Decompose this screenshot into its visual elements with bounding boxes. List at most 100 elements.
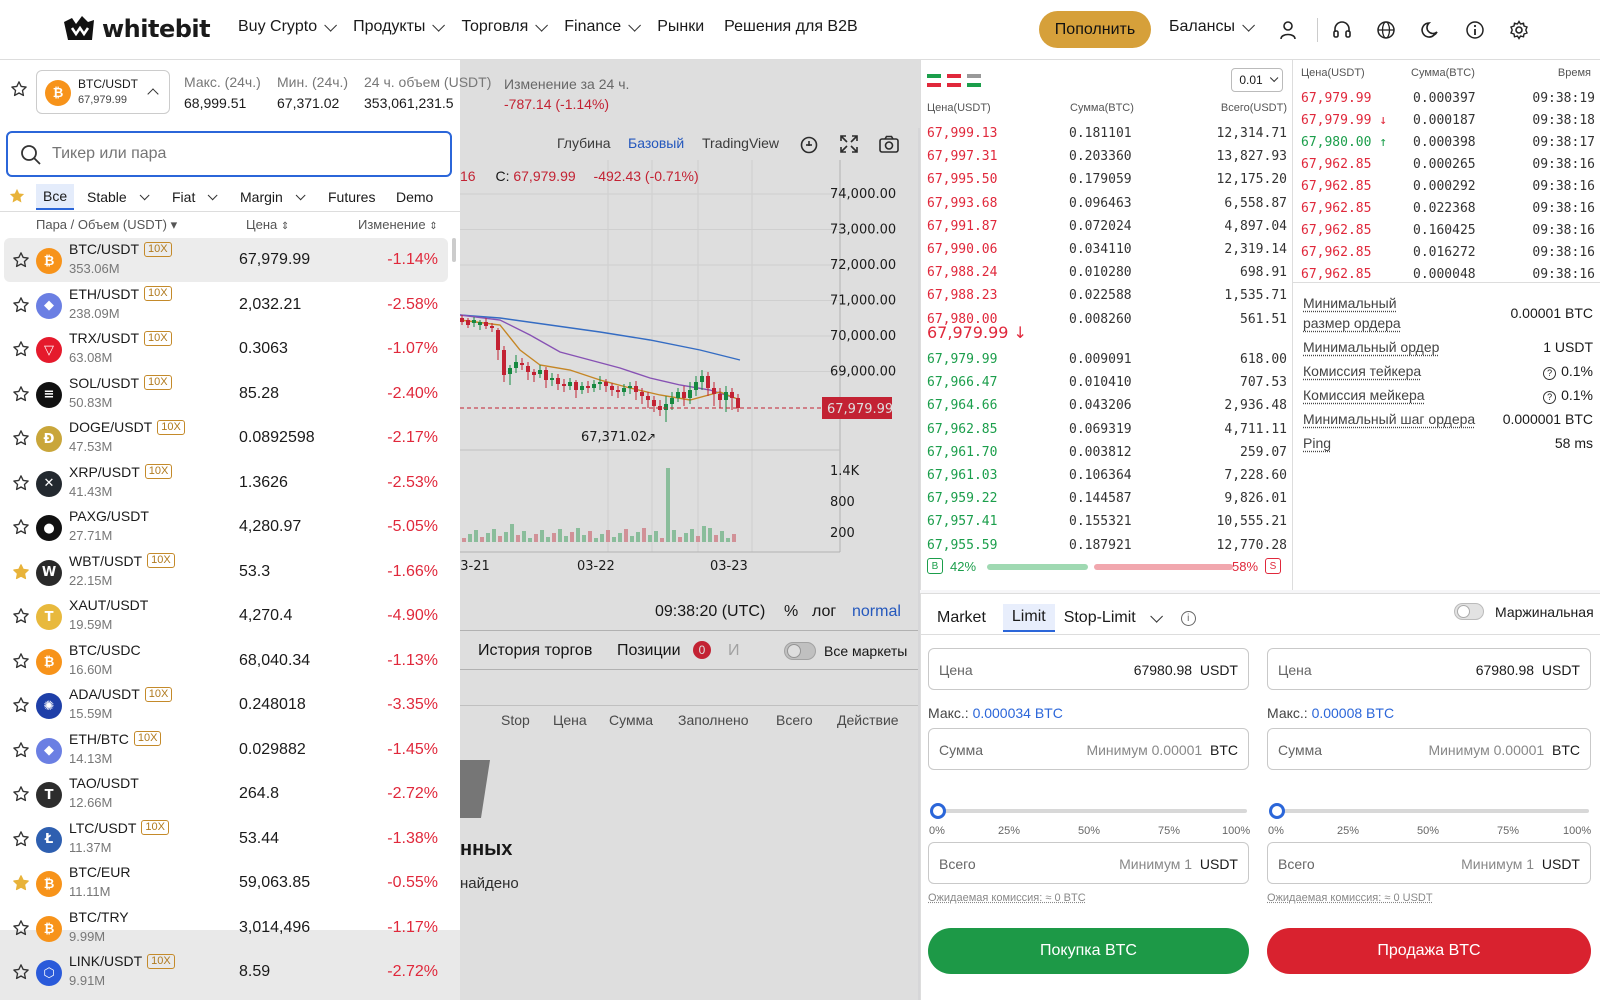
market-row[interactable]: Ł LTC/USDT 10X 11.37M 53.44 -1.38% xyxy=(4,817,448,861)
language-globe-icon[interactable] xyxy=(1373,17,1399,43)
ask-row[interactable]: 67,995.50 0.179059 12,175.20 xyxy=(921,168,1293,192)
ask-row[interactable]: 67,991.87 0.072024 4,897.04 xyxy=(921,215,1293,239)
max-value[interactable]: 0.00008 BTC xyxy=(1312,705,1395,721)
market-row[interactable]: ✕ XRP/USDT 10X 41.43M 1.3626 -2.53% xyxy=(4,461,448,505)
filter-margin[interactable]: Margin xyxy=(233,184,309,210)
view-both-icon[interactable] xyxy=(927,74,941,87)
balances-dropdown[interactable]: Балансы xyxy=(1169,18,1251,36)
market-row[interactable]: ✺ ADA/USDT 10X 15.59M 0.248018 -3.35% xyxy=(4,683,448,727)
favorite-star-icon[interactable] xyxy=(12,652,30,670)
price-step-select[interactable]: 0.01 xyxy=(1231,68,1283,92)
bid-row[interactable]: 67,962.85 0.069319 4,711.11 xyxy=(921,418,1293,442)
bid-row[interactable]: 67,957.41 0.155321 10,555.21 xyxy=(921,510,1293,534)
bid-row[interactable]: 67,966.47 0.010410 707.53 xyxy=(921,371,1293,395)
filter-fiat[interactable]: Fiat xyxy=(165,184,221,210)
filter-all[interactable]: Все xyxy=(36,184,74,210)
view-asks-icon[interactable] xyxy=(947,74,961,87)
market-tab[interactable]: Market xyxy=(937,605,986,631)
pair-search-input[interactable] xyxy=(52,142,432,166)
filter-demo[interactable]: Demo xyxy=(389,184,440,210)
filter-stable[interactable]: Stable xyxy=(80,184,153,210)
buy-price-field[interactable]: Цена 67980.98 USDT xyxy=(928,648,1249,690)
favorite-star-icon[interactable] xyxy=(12,785,30,803)
market-row[interactable]: ₿ BTC/EUR 11.11M 59,063.85 -0.55% xyxy=(4,861,448,905)
ask-row[interactable]: 67,988.24 0.010280 698.91 xyxy=(921,261,1293,285)
bid-row[interactable]: 67,961.70 0.003812 259.07 xyxy=(921,441,1293,465)
bid-row[interactable]: 67,961.03 0.106364 7,228.60 xyxy=(921,464,1293,488)
sell-amount-field[interactable]: Сумма Минимум 0.00001 BTC xyxy=(1267,728,1591,770)
favorites-filter-star-icon[interactable] xyxy=(8,187,26,205)
modal-backdrop[interactable] xyxy=(460,60,920,1000)
buy-slider-track[interactable] xyxy=(931,809,1247,813)
buy-slider-knob[interactable] xyxy=(930,803,946,819)
favorite-star-icon[interactable] xyxy=(10,80,28,98)
ask-row[interactable]: 67,997.31 0.203360 13,827.93 xyxy=(921,145,1293,169)
favorite-star-icon[interactable] xyxy=(12,340,30,358)
buy-amount-field[interactable]: Сумма Минимум 0.00001 BTC xyxy=(928,728,1249,770)
current-pair-selector[interactable]: ₿ BTC/USDT 67,979.99 xyxy=(36,70,170,114)
support-headset-icon[interactable] xyxy=(1329,17,1355,43)
chevron-down-icon[interactable] xyxy=(1150,610,1163,623)
bid-row[interactable]: 67,964.66 0.043206 2,936.48 xyxy=(921,394,1293,418)
market-row[interactable]: T XAUT/USDT 19.59M 4,270.4 -4.90% xyxy=(4,594,448,638)
market-row[interactable]: ● PAXG/USDT 27.71M 4,280.97 -5.05% xyxy=(4,505,448,549)
favorite-star-icon[interactable] xyxy=(12,296,30,314)
favorite-star-icon[interactable] xyxy=(12,919,30,937)
sell-total-field[interactable]: Всего Минимум 1 USDT xyxy=(1267,842,1591,884)
favorite-star-icon[interactable] xyxy=(12,518,30,536)
favorite-star-icon[interactable] xyxy=(12,874,30,892)
nav-markets[interactable]: Рынки xyxy=(657,18,704,36)
sell-price-field[interactable]: Цена 67980.98 USDT xyxy=(1267,648,1591,690)
margin-toggle[interactable] xyxy=(1454,603,1484,620)
stop-limit-tab[interactable]: Stop-Limit xyxy=(1064,609,1136,627)
bid-row[interactable]: 67,955.59 0.187921 12,770.28 xyxy=(921,534,1293,558)
favorite-star-icon[interactable] xyxy=(12,741,30,759)
market-row[interactable]: ⬡ LINK/USDT 10X 9.91M 8.59 -2.72% xyxy=(4,950,448,994)
settings-gear-icon[interactable] xyxy=(1506,17,1532,43)
buy-total-field[interactable]: Всего Минимум 1 USDT xyxy=(928,842,1249,884)
favorite-star-icon[interactable] xyxy=(12,607,30,625)
ask-row[interactable]: 67,999.13 0.181101 12,314.71 xyxy=(921,122,1293,146)
favorite-star-icon[interactable] xyxy=(12,385,30,403)
nav-trading[interactable]: Торговля xyxy=(461,18,544,36)
favorite-star-icon[interactable] xyxy=(12,429,30,447)
help-icon[interactable]: ? xyxy=(1543,391,1556,404)
sell-btc-button[interactable]: Продажа BTC xyxy=(1267,928,1591,974)
market-row[interactable]: W WBT/USDT 10X 22.15M 53.3 -1.66% xyxy=(4,550,448,594)
sort-pair-volume[interactable]: Пара / Объем (USDT) ▾ xyxy=(36,217,177,233)
sell-slider-track[interactable] xyxy=(1270,809,1589,813)
market-row[interactable]: ₿ BTC/TRY 9.99M 3,014,496 -1.17% xyxy=(4,906,448,950)
market-row[interactable]: ₿ BTC/USDC 16.60M 68,040.34 -1.13% xyxy=(4,639,448,683)
ask-row[interactable]: 67,990.06 0.034110 2,319.14 xyxy=(921,238,1293,262)
bid-row[interactable]: 67,959.22 0.144587 9,826.01 xyxy=(921,487,1293,511)
profile-icon[interactable] xyxy=(1275,17,1301,43)
nav-buy-crypto[interactable]: Buy Crypto xyxy=(238,18,333,36)
favorite-star-icon[interactable] xyxy=(12,474,30,492)
market-row[interactable]: ₿ BTC/USDT 10X 353.06M 67,979.99 -1.14% xyxy=(4,238,448,282)
dark-mode-moon-icon[interactable] xyxy=(1417,17,1443,43)
ask-row[interactable]: 67,993.68 0.096463 6,558.87 xyxy=(921,192,1293,216)
info-icon[interactable]: i xyxy=(1181,611,1196,626)
favorite-star-icon[interactable] xyxy=(12,963,30,981)
nav-products[interactable]: Продукты xyxy=(353,18,441,36)
whitebit-logo[interactable]: whitebit xyxy=(62,14,210,44)
help-icon[interactable]: ? xyxy=(1543,367,1556,380)
pair-search-box[interactable] xyxy=(6,131,452,177)
limit-tab[interactable]: Limit xyxy=(1003,604,1055,632)
favorite-star-icon[interactable] xyxy=(12,563,30,581)
buy-btc-button[interactable]: Покупка BTC xyxy=(928,928,1249,974)
max-value[interactable]: 0.000034 BTC xyxy=(973,705,1063,721)
market-row[interactable]: Ð DOGE/USDT 10X 47.53M 0.0892598 -2.17% xyxy=(4,416,448,460)
deposit-button[interactable]: Пополнить xyxy=(1039,11,1151,48)
market-row[interactable]: ▽ TRX/USDT 10X 63.08M 0.3063 -1.07% xyxy=(4,327,448,371)
market-row[interactable]: ≡ SOL/USDT 10X 50.83M 85.28 -2.40% xyxy=(4,372,448,416)
sort-change[interactable]: Изменение ⇕ xyxy=(358,217,438,232)
favorite-star-icon[interactable] xyxy=(12,251,30,269)
info-icon[interactable] xyxy=(1462,17,1488,43)
view-bids-icon[interactable] xyxy=(967,74,981,87)
list-scrollbar[interactable] xyxy=(452,238,456,262)
market-row[interactable]: ◆ ETH/USDT 10X 238.09M 2,032.21 -2.58% xyxy=(4,283,448,327)
nav-finance[interactable]: Finance xyxy=(564,18,637,36)
favorite-star-icon[interactable] xyxy=(12,696,30,714)
sell-slider-knob[interactable] xyxy=(1269,803,1285,819)
